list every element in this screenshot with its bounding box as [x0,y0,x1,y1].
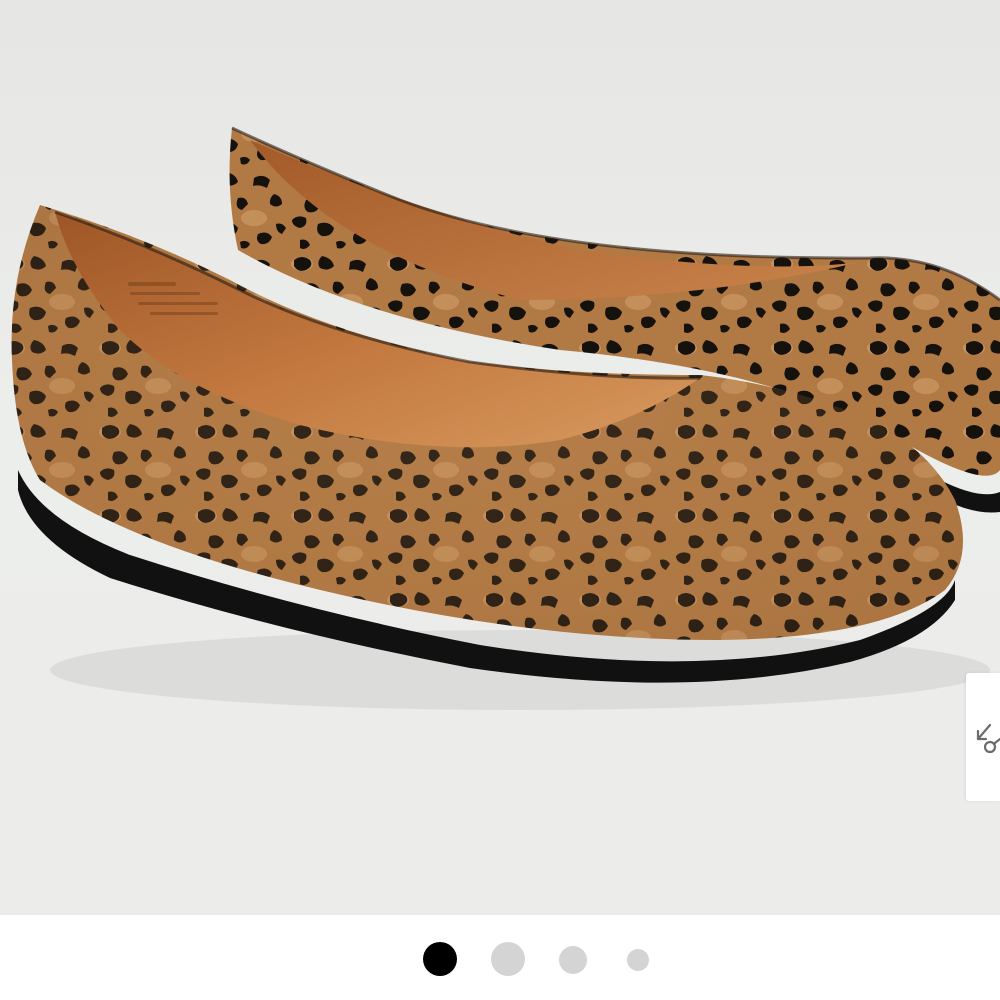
product-photo-leopard-flats [11,126,1000,710]
pagination-dot-4[interactable] [627,949,649,971]
zoom-button[interactable] [966,673,1000,801]
expand-arrows-icon [976,723,1000,754]
pagination-dot-2[interactable] [491,942,525,976]
product-image-viewer[interactable] [0,0,1000,915]
pagination-dot-3[interactable] [559,946,587,974]
carousel-pagination [0,915,1000,1000]
pagination-dot-1[interactable] [423,942,457,976]
